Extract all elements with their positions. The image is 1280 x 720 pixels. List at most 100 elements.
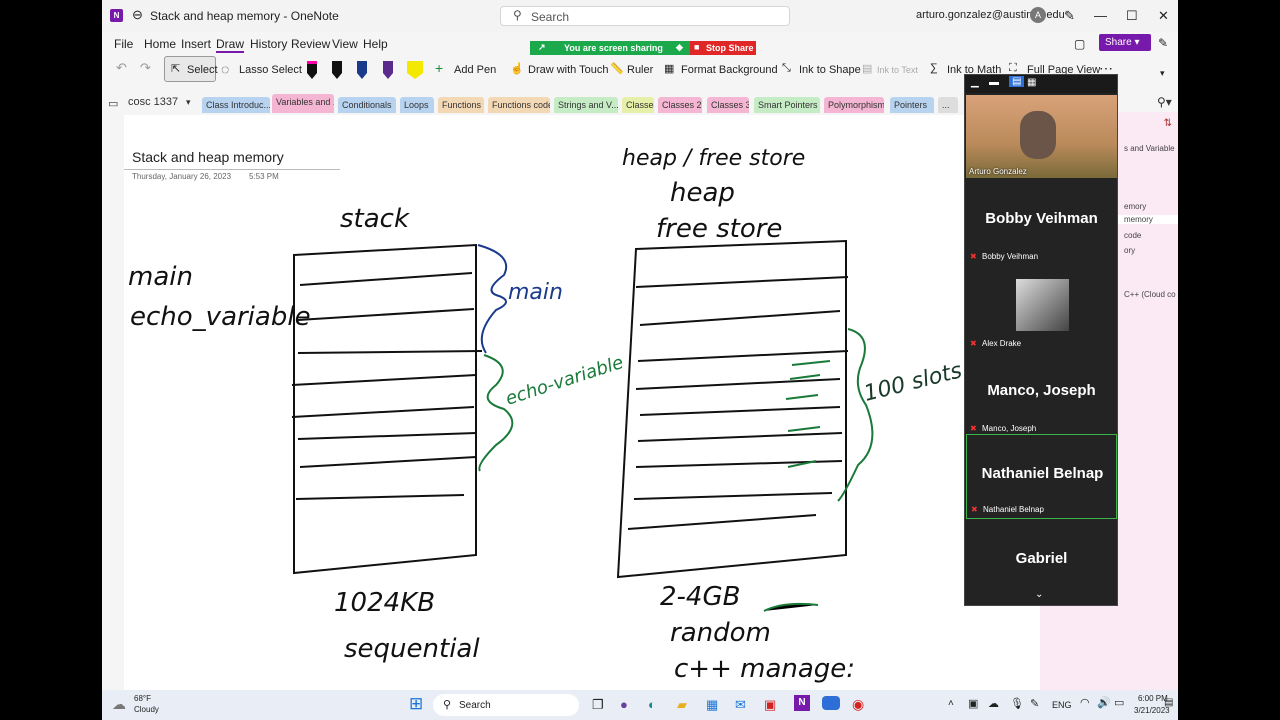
section-tab[interactable]: Functions code: [488, 97, 550, 113]
gallery-view-icon[interactable]: ▦: [1027, 77, 1036, 88]
heap-slot-line: [637, 350, 849, 362]
store-icon[interactable]: ▦: [706, 697, 718, 713]
participant-tile[interactable]: Manco, Joseph ✖ Manco, Joseph: [966, 352, 1117, 437]
battery-icon[interactable]: ▭: [1114, 696, 1124, 709]
shield-icon: ◆: [676, 42, 683, 52]
section-tab[interactable]: ...: [938, 97, 958, 113]
stack-slot-line: [297, 350, 483, 354]
strip-view-icon[interactable]: ▤: [1009, 76, 1025, 87]
stop-share-button[interactable]: ■ Stop Share: [690, 41, 756, 55]
share-button[interactable]: Share ▾: [1099, 34, 1151, 51]
menu-history[interactable]: History: [250, 37, 287, 51]
page-item[interactable]: C++ (Cloud co: [1124, 290, 1176, 299]
heap-mark: [787, 426, 821, 432]
acrobat-icon[interactable]: ▣: [764, 697, 776, 713]
maximize-button[interactable]: ☐: [1126, 8, 1138, 24]
zoom-icon[interactable]: [822, 696, 840, 710]
page-item[interactable]: code: [1124, 231, 1141, 240]
task-view-icon[interactable]: ❐: [592, 697, 604, 713]
language-indicator[interactable]: ENG: [1052, 700, 1072, 710]
redo-icon[interactable]: ↷: [140, 60, 151, 76]
menu-home[interactable]: Home: [144, 37, 176, 51]
file-explorer-icon[interactable]: ▰: [677, 697, 687, 713]
onenote-logo-icon: N: [110, 9, 123, 22]
menu-draw[interactable]: Draw: [216, 37, 245, 53]
volume-icon[interactable]: 🔊: [1097, 696, 1111, 709]
pen-black-2[interactable]: [330, 57, 344, 79]
search-box[interactable]: ⚲ Search: [500, 6, 790, 26]
page-item[interactable]: emory: [1124, 202, 1146, 211]
ink-to-text-icon: ▤: [862, 63, 873, 75]
menu-file[interactable]: File: [114, 37, 133, 51]
speaker-view-icon[interactable]: ▬: [989, 77, 999, 88]
section-tab[interactable]: Classes: [622, 97, 654, 113]
participant-tile-active[interactable]: Nathaniel Belnap ✖ Nathaniel Belnap: [966, 434, 1117, 519]
ink-to-text-button[interactable]: Ink to Text: [877, 65, 918, 75]
section-tab[interactable]: Classes 3: [707, 97, 749, 113]
notebook-icon[interactable]: ▢: [1074, 37, 1085, 51]
pen-icon[interactable]: ✎: [1030, 697, 1039, 710]
pen-icon[interactable]: ✎: [1064, 8, 1075, 24]
page-item[interactable]: s and Variable: [1124, 144, 1175, 153]
undo-icon[interactable]: ↶: [116, 60, 127, 76]
section-tab[interactable]: Polymorphism: [824, 97, 884, 113]
search-icon[interactable]: ⚲▾: [1157, 95, 1172, 109]
chevron-up-icon[interactable]: ˄: [948, 698, 954, 709]
wifi-icon[interactable]: ◠: [1080, 696, 1090, 709]
menu-view[interactable]: View: [332, 37, 358, 51]
section-tab[interactable]: Class Introduc...: [202, 97, 270, 113]
taskbar-search[interactable]: ⚲ Search: [433, 694, 579, 716]
section-tab[interactable]: Conditionals: [338, 97, 396, 113]
lasso-select-button[interactable]: Lasso Select: [239, 64, 302, 76]
section-tab[interactable]: Loops: [400, 97, 434, 113]
participant-name: Arturo Gonzalez: [969, 167, 1027, 176]
feedback-icon[interactable]: ✎: [1158, 36, 1168, 50]
highlighter-yellow[interactable]: [405, 57, 425, 79]
format-background-button[interactable]: Format Background: [681, 64, 778, 76]
ruler-button[interactable]: Ruler: [627, 64, 653, 76]
chevron-down-icon[interactable]: ▾: [186, 97, 191, 108]
pen-black-1[interactable]: [305, 57, 319, 79]
participant-tile[interactable]: Bobby Veihman ✖ Bobby Veihman: [966, 180, 1117, 265]
mail-icon[interactable]: ✉: [735, 697, 746, 713]
onenote-icon[interactable]: N: [794, 695, 810, 711]
draw-with-touch-button[interactable]: Draw with Touch: [528, 64, 609, 76]
section-tab[interactable]: Strings and V...: [554, 97, 618, 113]
section-tab[interactable]: Functions: [438, 97, 484, 113]
back-icon[interactable]: ⊖: [132, 7, 143, 23]
edge-icon[interactable]: ◐: [648, 697, 656, 712]
chat-icon[interactable]: ●: [620, 697, 628, 712]
ribbon-collapse-icon[interactable]: ▾: [1160, 68, 1165, 79]
page-item-selected[interactable]: memory: [1118, 215, 1178, 224]
menu-review[interactable]: Review: [291, 37, 330, 51]
menu-insert[interactable]: Insert: [181, 37, 211, 51]
chrome-icon[interactable]: ◉: [852, 696, 864, 713]
search-icon: ⚲: [443, 699, 452, 711]
section-tab[interactable]: Classes 2: [658, 97, 702, 113]
avatar[interactable]: A: [1030, 7, 1046, 23]
close-button[interactable]: ✕: [1158, 8, 1169, 24]
section-tab[interactable]: Smart Pointers: [754, 97, 820, 113]
tray-icon[interactable]: ▣: [968, 697, 978, 710]
pen-purple[interactable]: [381, 57, 395, 79]
sort-icon[interactable]: ⇅: [1164, 118, 1172, 129]
chevron-down-icon[interactable]: ⌄: [1035, 589, 1043, 600]
self-video[interactable]: Arturo Gonzalez: [966, 95, 1117, 178]
participant-tile[interactable]: ✖ Alex Drake: [966, 267, 1117, 352]
section-tab[interactable]: Variables and ...: [272, 94, 334, 113]
pen-navy[interactable]: [355, 57, 369, 79]
onedrive-icon[interactable]: ☁: [988, 697, 999, 710]
select-button[interactable]: ⇱ Select: [164, 56, 218, 82]
windows-start-icon[interactable]: ⊞: [409, 694, 423, 714]
notebook-name[interactable]: cosc 1337: [128, 96, 178, 108]
minimize-icon[interactable]: ▁: [971, 77, 979, 88]
section-tab[interactable]: Pointers: [890, 97, 934, 113]
menu-help[interactable]: Help: [363, 37, 388, 51]
pointer-icon: ⇱: [171, 63, 181, 75]
add-pen-button[interactable]: Add Pen: [454, 64, 496, 76]
microphone-icon[interactable]: 🎙: [1010, 697, 1024, 710]
ink-to-shape-button[interactable]: Ink to Shape: [799, 64, 861, 76]
notification-icon[interactable]: ▤: [1164, 697, 1173, 708]
page-item[interactable]: ory: [1124, 246, 1135, 255]
minimize-button[interactable]: —: [1094, 8, 1107, 23]
